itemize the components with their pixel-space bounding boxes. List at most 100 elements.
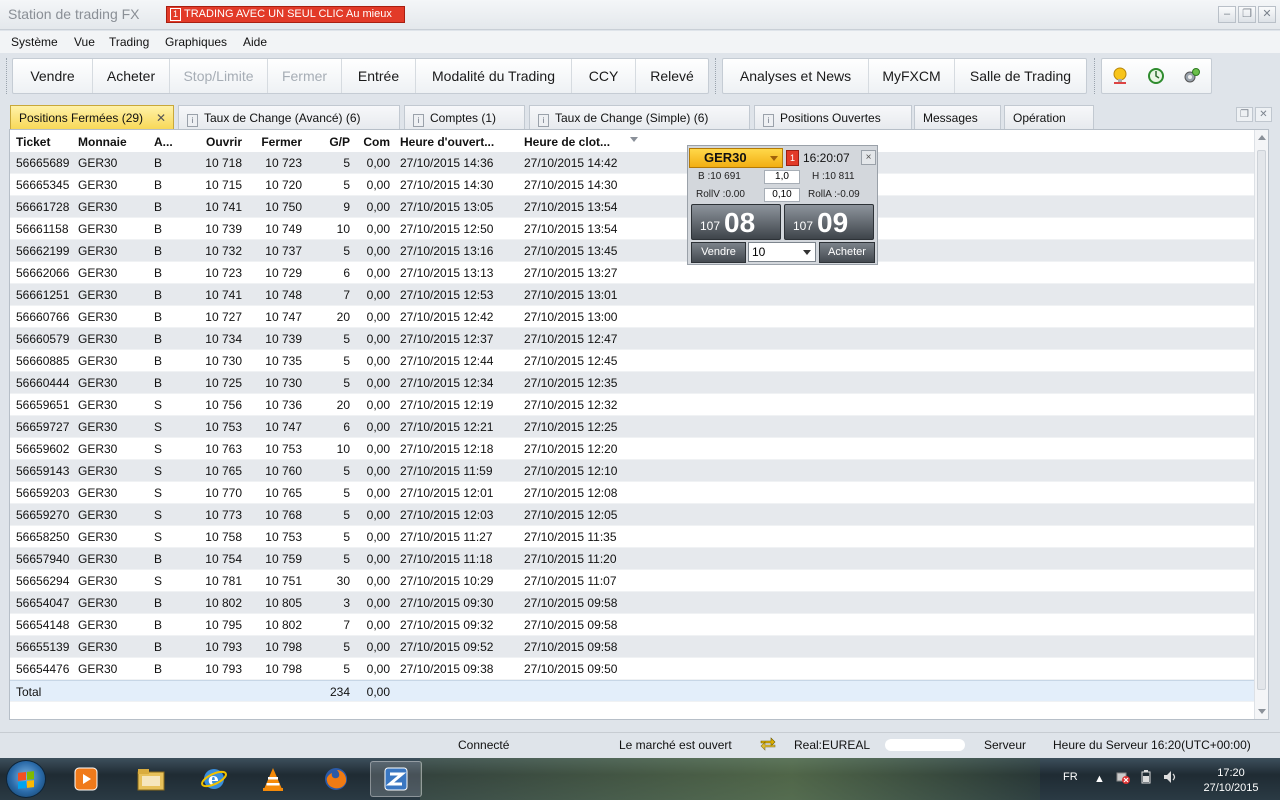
start-button[interactable] (6, 760, 46, 798)
scroll-down-icon[interactable] (1258, 709, 1266, 714)
col-currency[interactable]: Monnaie (78, 135, 148, 149)
col-close[interactable]: Fermer (250, 135, 302, 149)
menu-systeme[interactable]: Système (11, 35, 58, 49)
table-row[interactable]: 56662199 GER30 B 10 732 10 737 5 0,00 27/10/201… (10, 240, 1255, 262)
table-row[interactable]: 56659143 GER30 S 10 765 10 760 5 0,00 27/10/201… (10, 460, 1255, 482)
statement-button[interactable]: Relevé (636, 59, 708, 93)
myfxcm-button[interactable]: MyFXCM (869, 59, 955, 93)
ccy-button[interactable]: CCY (572, 59, 636, 93)
roll-step-field[interactable]: 0,10 (764, 188, 800, 202)
table-row[interactable]: 56659651 GER30 S 10 756 10 736 20 0,00 27/10/20… (10, 394, 1255, 416)
table-row[interactable]: 56660579 GER30 B 10 734 10 739 5 0,00 27/10/201… (10, 328, 1255, 350)
alert-icon[interactable]: 1 (786, 150, 799, 166)
col-pl[interactable]: G/P (310, 135, 350, 149)
scroll-up-icon[interactable] (1258, 135, 1266, 140)
close-position-button[interactable]: Fermer (268, 59, 342, 93)
menu-trading[interactable]: Trading (109, 35, 149, 49)
ticket-buy-button[interactable]: Acheter (819, 242, 875, 263)
col-ticket[interactable]: Ticket (16, 135, 72, 149)
lightbulb-pin-icon[interactable] (1102, 59, 1138, 93)
tab-operation[interactable]: Opération (1004, 105, 1094, 129)
volume-icon[interactable] (1162, 770, 1178, 787)
col-action[interactable]: A... (154, 135, 190, 149)
table-row[interactable]: 56659602 GER30 S 10 763 10 753 10 0,00 27/10/20… (10, 438, 1255, 460)
table-row[interactable]: 56662066 GER30 B 10 723 10 729 6 0,00 27/10/201… (10, 262, 1255, 284)
symbol-selector[interactable]: GER30 (689, 148, 783, 168)
panel-restore-button[interactable]: ❐ (1236, 107, 1253, 122)
table-row[interactable]: 56656294 GER30 S 10 781 10 751 30 0,00 27/10/20… (10, 570, 1255, 592)
close-time-cell: 27/10/2015 13:45 (524, 244, 618, 258)
file-explorer-icon[interactable] (125, 761, 177, 797)
table-row[interactable]: 56661251 GER30 B 10 741 10 748 7 0,00 27/10/201… (10, 284, 1255, 306)
tab-accounts[interactable]: i Comptes (1) (404, 105, 525, 129)
table-row[interactable]: 56665345 GER30 B 10 715 10 720 5 0,00 27/10/201… (10, 174, 1255, 196)
col-open[interactable]: Ouvrir (192, 135, 242, 149)
close-window-button[interactable]: ✕ (1258, 6, 1276, 23)
table-row[interactable]: 56665689 GER30 B 10 718 10 723 5 0,00 27/10/201… (10, 152, 1255, 174)
amount-field[interactable]: 1,0 (764, 170, 800, 184)
table-row[interactable]: 56654476 GER30 B 10 793 10 798 5 0,00 27/10/201… (10, 658, 1255, 680)
table-row[interactable]: 56661728 GER30 B 10 741 10 750 9 0,00 27/10/201… (10, 196, 1255, 218)
table-row[interactable]: 56659270 GER30 S 10 773 10 768 5 0,00 27/10/201… (10, 504, 1255, 526)
sort-arrow-icon[interactable] (630, 137, 638, 142)
menu-vue[interactable]: Vue (74, 35, 95, 49)
toolbar-grip-2[interactable] (715, 58, 719, 94)
vertical-scrollbar[interactable] (1254, 130, 1268, 719)
internet-explorer-icon[interactable]: e (188, 761, 240, 797)
buy-price-button[interactable]: 107 09 (784, 204, 874, 240)
trading-room-button[interactable]: Salle de Trading (955, 59, 1086, 93)
table-row[interactable]: 56654047 GER30 B 10 802 10 805 3 0,00 27/10/201… (10, 592, 1255, 614)
toolbar-grip-3[interactable] (1094, 58, 1098, 94)
trading-mode-button[interactable]: Modalité du Trading (416, 59, 572, 93)
minimize-button[interactable]: – (1218, 6, 1236, 23)
restore-button[interactable]: ❐ (1238, 6, 1256, 23)
scroll-thumb[interactable] (1257, 150, 1266, 690)
vlc-icon[interactable] (247, 761, 299, 797)
tab-messages[interactable]: Messages (914, 105, 1001, 129)
taskbar-clock[interactable]: 17:20 27/10/2015 (1196, 766, 1266, 796)
analyses-news-button[interactable]: Analyses et News (723, 59, 869, 93)
tab-closed-positions[interactable]: Positions Fermées (29) ✕ (10, 105, 174, 129)
ticket-sell-button[interactable]: Vendre (691, 242, 746, 263)
table-row[interactable]: 56660444 GER30 B 10 725 10 730 5 0,00 27/10/201… (10, 372, 1255, 394)
commission-cell: 0,00 (366, 596, 390, 610)
network-error-icon[interactable] (1116, 770, 1130, 787)
tray-expand-icon[interactable]: ▲ (1094, 773, 1105, 785)
table-row[interactable]: 56654148 GER30 B 10 795 10 802 7 0,00 27/10/201… (10, 614, 1255, 636)
trading-station-icon[interactable] (370, 761, 422, 797)
quantity-select[interactable]: 10 (748, 242, 816, 262)
col-commission[interactable]: Com (356, 135, 390, 149)
table-row[interactable]: 56659203 GER30 S 10 770 10 765 5 0,00 27/10/201… (10, 482, 1255, 504)
table-row[interactable]: 56661158 GER30 B 10 739 10 749 10 0,00 27/10/20… (10, 218, 1255, 240)
open-price-cell: 10 781 (205, 574, 242, 588)
clock-arrow-icon[interactable] (1138, 59, 1174, 93)
table-row[interactable]: 56657940 GER30 B 10 754 10 759 5 0,00 27/10/201… (10, 548, 1255, 570)
panel-close-button[interactable]: ✕ (1255, 107, 1272, 122)
tab-exchange-rates-advanced[interactable]: i Taux de Change (Avancé) (6) (178, 105, 400, 129)
one-click-trading-banner[interactable]: 1 TRADING AVEC UN SEUL CLIC Au mieux (166, 6, 405, 23)
tab-exchange-rates-simple[interactable]: i Taux de Change (Simple) (6) (529, 105, 750, 129)
battery-icon[interactable] (1140, 770, 1152, 787)
language-indicator[interactable]: FR (1063, 771, 1078, 783)
media-player-icon[interactable] (60, 761, 112, 797)
buy-button[interactable]: Acheter (93, 59, 170, 93)
table-row[interactable]: 56658250 GER30 S 10 758 10 753 5 0,00 27/10/201… (10, 526, 1255, 548)
stop-limit-button[interactable]: Stop/Limite (170, 59, 268, 93)
sell-price-button[interactable]: 107 08 (691, 204, 781, 240)
toolbar-grip[interactable] (6, 58, 10, 94)
tab-open-positions[interactable]: i Positions Ouvertes (754, 105, 912, 129)
table-row[interactable]: 56660885 GER30 B 10 730 10 735 5 0,00 27/10/201… (10, 350, 1255, 372)
menu-graphiques[interactable]: Graphiques (165, 35, 227, 49)
menu-aide[interactable]: Aide (243, 35, 267, 49)
close-ticket-icon[interactable]: × (861, 150, 876, 165)
table-row[interactable]: 56660766 GER30 B 10 727 10 747 20 0,00 27/10/20… (10, 306, 1255, 328)
firefox-icon[interactable] (310, 761, 362, 797)
col-open-time[interactable]: Heure d'ouvert... (400, 135, 520, 149)
table-row[interactable]: 56655139 GER30 B 10 793 10 798 5 0,00 27/10/201… (10, 636, 1255, 658)
close-tab-icon[interactable]: ✕ (156, 106, 166, 130)
gears-icon[interactable] (1174, 59, 1210, 93)
entry-order-button[interactable]: Entrée (342, 59, 416, 93)
table-row[interactable]: 56659727 GER30 S 10 753 10 747 6 0,00 27/10/201… (10, 416, 1255, 438)
col-close-time[interactable]: Heure de clot... (524, 135, 628, 149)
sell-button[interactable]: Vendre (13, 59, 93, 93)
